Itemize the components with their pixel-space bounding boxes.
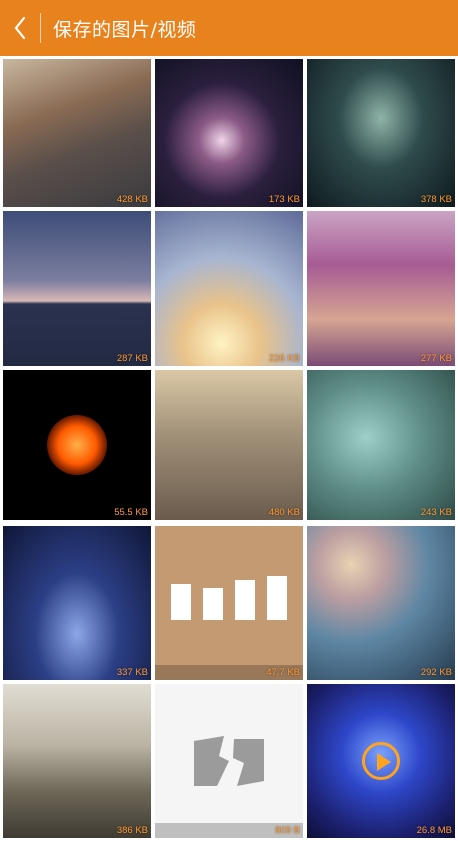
page-title: 保存的图片/视频 bbox=[53, 18, 197, 41]
media-thumbnail[interactable]: 337 KB bbox=[3, 526, 151, 680]
coffee-cups-image bbox=[165, 576, 293, 620]
file-size-label: 287 KB bbox=[116, 353, 148, 364]
file-size-label: 378 KB bbox=[420, 194, 452, 205]
file-size-label: 47.7 KB bbox=[266, 667, 300, 678]
media-thumbnail[interactable]: 277 KB bbox=[307, 211, 455, 366]
media-thumbnail[interactable]: 173 KB bbox=[155, 59, 303, 207]
file-size-label: 26.8 MB bbox=[416, 825, 452, 836]
media-thumbnail[interactable]: 428 KB bbox=[3, 59, 151, 207]
file-size-label: 809 B bbox=[275, 825, 300, 836]
cup-shape bbox=[171, 584, 191, 620]
media-thumbnail[interactable]: 386 KB bbox=[3, 684, 151, 838]
media-thumbnail[interactable]: 243 KB bbox=[307, 370, 455, 520]
app-bar: 保存的图片/视频 bbox=[0, 0, 458, 56]
appbar-separator bbox=[40, 13, 41, 43]
media-thumbnail[interactable]: 47.7 KB bbox=[155, 526, 303, 680]
media-grid: 428 KB 173 KB 378 KB 287 KB 226 KB 277 K… bbox=[0, 56, 458, 841]
media-thumbnail[interactable]: 378 KB bbox=[307, 59, 455, 207]
cup-shape bbox=[267, 576, 287, 620]
media-thumbnail[interactable]: 287 KB bbox=[3, 211, 151, 366]
back-button[interactable] bbox=[0, 0, 40, 56]
file-size-label: 337 KB bbox=[116, 667, 148, 678]
file-size-label: 173 KB bbox=[268, 194, 300, 205]
media-thumbnail[interactable]: 480 KB bbox=[155, 370, 303, 520]
file-size-label: 55.5 KB bbox=[114, 507, 148, 518]
file-size-label: 428 KB bbox=[116, 194, 148, 205]
cup-shape bbox=[203, 588, 223, 620]
file-size-label: 226 KB bbox=[268, 353, 300, 364]
video-thumbnail[interactable]: 26.8 MB bbox=[307, 684, 455, 838]
media-thumbnail[interactable]: 226 KB bbox=[155, 211, 303, 366]
file-size-label: 480 KB bbox=[268, 507, 300, 518]
media-thumbnail[interactable]: 292 KB bbox=[307, 526, 455, 680]
play-icon[interactable] bbox=[362, 742, 400, 780]
media-thumbnail[interactable]: 809 B bbox=[155, 684, 303, 838]
broken-image-icon bbox=[194, 736, 264, 786]
file-size-label: 292 KB bbox=[420, 667, 452, 678]
file-size-label: 277 KB bbox=[420, 353, 452, 364]
file-size-label: 386 KB bbox=[116, 825, 148, 836]
chevron-left-icon bbox=[14, 16, 26, 40]
cup-shape bbox=[235, 580, 255, 620]
media-thumbnail[interactable]: 55.5 KB bbox=[3, 370, 151, 520]
file-size-label: 243 KB bbox=[420, 507, 452, 518]
pentagram-image bbox=[47, 415, 107, 475]
